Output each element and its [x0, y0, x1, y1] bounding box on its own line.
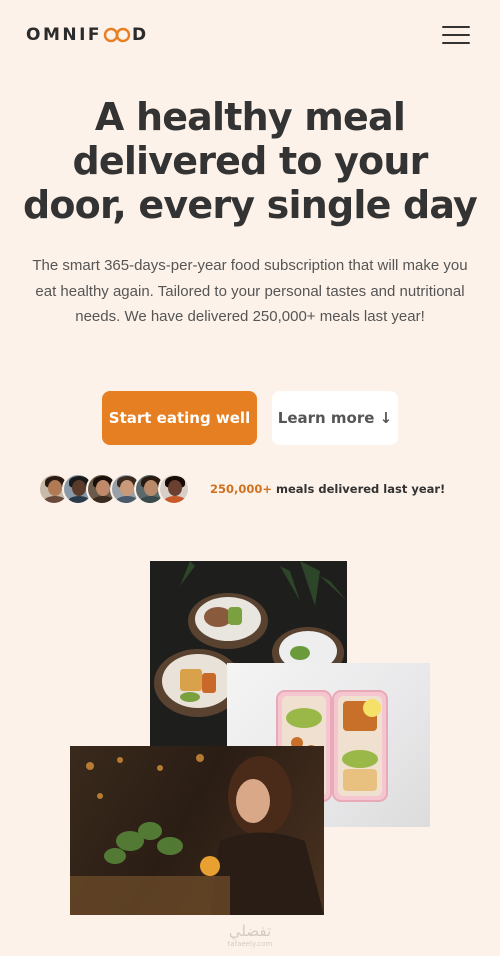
- learn-more-button[interactable]: Learn more ↓: [272, 391, 398, 445]
- hero-title-line-2: delivered to your: [72, 139, 428, 183]
- delivered-meals: 250,000+ meals delivered last year!: [38, 473, 445, 505]
- hero-title-line-3: door, every single day: [22, 183, 478, 227]
- logo-text-left: OMNIF: [26, 25, 103, 45]
- watermark: تفضلي tafaeely.com: [205, 923, 295, 949]
- delivered-label: meals delivered last year!: [272, 482, 446, 496]
- watermark-main: تفضلي: [228, 922, 272, 940]
- woman-eating-image: [70, 746, 324, 915]
- hero-description: The smart 365-days-per-year food subscri…: [32, 257, 468, 325]
- logo-text-right: D: [132, 25, 149, 45]
- hero-title-line-1: A healthy meal: [94, 95, 406, 139]
- site-header: OMNIF D: [0, 0, 500, 72]
- delivered-meals-text: 250,000+ meals delivered last year!: [210, 482, 445, 496]
- hamburger-menu-icon[interactable]: [442, 26, 470, 44]
- watermark-sub: tafaeely.com: [227, 940, 273, 948]
- infinity-logo-icon: [103, 27, 131, 43]
- customer-avatars: [38, 473, 190, 505]
- start-eating-well-button[interactable]: Start eating well: [102, 391, 257, 445]
- avatar: [158, 473, 190, 505]
- delivered-count: 250,000+: [210, 482, 273, 496]
- omnifood-logo[interactable]: OMNIF D: [26, 25, 149, 45]
- hero-title: A healthy meal delivered to your door, e…: [20, 95, 480, 227]
